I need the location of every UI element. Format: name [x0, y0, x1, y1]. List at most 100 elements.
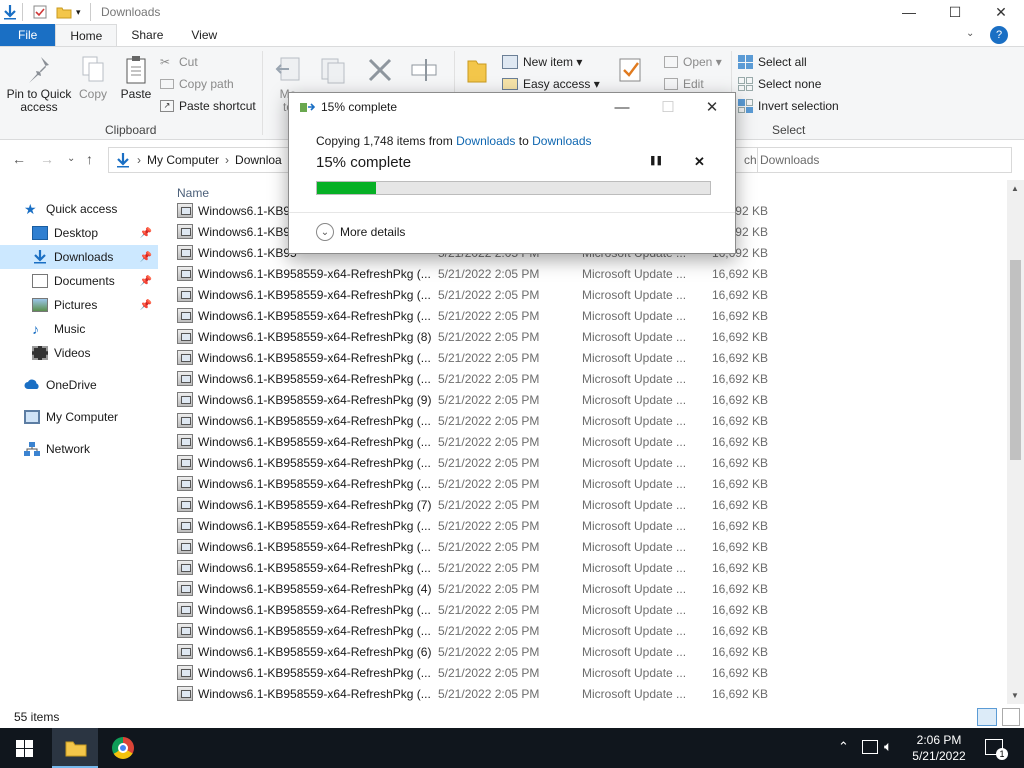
nav-item-onedrive[interactable]: OneDrive	[0, 373, 158, 397]
show-hidden-icons-icon[interactable]: ⌃	[838, 739, 849, 755]
table-row[interactable]: Windows6.1-KB958559-x64-RefreshPkg (... 5…	[177, 263, 777, 284]
table-row[interactable]: Windows6.1-KB958559-x64-RefreshPkg (... 5…	[177, 557, 777, 578]
dialog-close-button[interactable]: ✕	[689, 93, 735, 121]
table-row[interactable]: Windows6.1-KB958559-x64-RefreshPkg (... 5…	[177, 431, 777, 452]
invert-selection-button[interactable]: Invert selection	[738, 96, 839, 116]
scroll-up-icon[interactable]: ▲	[1011, 184, 1019, 193]
tab-share[interactable]: Share	[117, 24, 177, 46]
pause-button[interactable]: ❚❚	[649, 155, 663, 166]
table-row[interactable]: Windows6.1-KB958559-x64-RefreshPkg (... 5…	[177, 284, 777, 305]
action-center-icon[interactable]: 1	[985, 739, 1008, 760]
table-row[interactable]: Windows6.1-KB958559-x64-RefreshPkg (... 5…	[177, 305, 777, 326]
breadcrumb-item-downloads[interactable]: Downloa	[235, 153, 282, 167]
vertical-scrollbar[interactable]: ▲ ▼	[1007, 180, 1024, 704]
destination-folder-link[interactable]: Downloads	[532, 134, 591, 148]
pin-icon[interactable]: 📌	[140, 252, 152, 263]
maximize-button[interactable]: ☐	[932, 0, 978, 24]
more-details-button[interactable]: ⌄ More details	[316, 223, 405, 241]
pin-quick-access-button[interactable]: Pin to Quick access	[4, 55, 74, 114]
table-row[interactable]: Windows6.1-KB958559-x64-RefreshPkg (7) 5/…	[177, 494, 777, 515]
table-row[interactable]: Windows6.1-KB958559-x64-RefreshPkg (... 5…	[177, 347, 777, 368]
nav-item-videos[interactable]: Videos	[0, 341, 158, 365]
copy-to-button[interactable]	[316, 55, 350, 88]
nav-item-music[interactable]: ♪ Music	[0, 317, 158, 341]
table-row[interactable]: Windows6.1-KB958559-x64-RefreshPkg (... 5…	[177, 473, 777, 494]
select-all-button[interactable]: Select all	[738, 52, 807, 72]
copy-description-prefix: Copying 1,748 items from	[316, 134, 457, 148]
clock[interactable]: 2:06 PM 5/21/2022	[910, 732, 968, 764]
expand-ribbon-icon[interactable]: ⌄	[966, 28, 974, 39]
table-row[interactable]: Windows6.1-KB958559-x64-RefreshPkg (... 5…	[177, 452, 777, 473]
pin-icon[interactable]: 📌	[140, 228, 152, 239]
scroll-down-icon[interactable]: ▼	[1011, 691, 1019, 700]
properties-button[interactable]	[614, 55, 648, 88]
source-folder-link[interactable]: Downloads	[456, 134, 515, 148]
details-view-icon[interactable]	[977, 708, 997, 726]
cut-button[interactable]: ✂ Cut	[160, 52, 198, 72]
large-icons-view-icon[interactable]	[1002, 708, 1020, 726]
table-row[interactable]: Windows6.1-KB958559-x64-RefreshPkg (8) 5/…	[177, 326, 777, 347]
nav-item-quick-access[interactable]: ★ Quick access	[0, 197, 158, 221]
table-row[interactable]: Windows6.1-KB958559-x64-RefreshPkg (4) 5/…	[177, 578, 777, 599]
file-type: Microsoft Update ...	[582, 644, 687, 659]
recent-locations-icon[interactable]: ⌄	[67, 153, 75, 164]
nav-item-desktop[interactable]: Desktop 📌	[0, 221, 158, 245]
cancel-copy-button[interactable]: ✕	[694, 154, 705, 170]
search-input[interactable]: ch Downloads	[735, 147, 1012, 173]
table-row[interactable]: Windows6.1-KB958559-x64-RefreshPkg (... 5…	[177, 536, 777, 557]
file-name: Windows6.1-KB958559-x64-RefreshPkg (8)	[198, 329, 432, 344]
table-row[interactable]: Windows6.1-KB958559-x64-RefreshPkg (... 5…	[177, 515, 777, 536]
scrollbar-thumb[interactable]	[1010, 260, 1021, 460]
file-size: 16,692 KB	[711, 329, 768, 344]
file-date: 5/21/2022 2:05 PM	[438, 308, 540, 323]
windows-start-icon[interactable]	[16, 740, 33, 760]
volume-icon[interactable]: 🔈︎	[884, 738, 892, 755]
rename-button[interactable]	[408, 55, 440, 88]
customize-quick-access-icon[interactable]: ▾	[76, 3, 81, 21]
table-row[interactable]: Windows6.1-KB958559-x64-RefreshPkg (... 5…	[177, 410, 777, 431]
copy-path-button[interactable]: Copy path	[160, 74, 234, 94]
forward-arrow-icon[interactable]: →	[40, 151, 54, 167]
pin-icon[interactable]: 📌	[140, 276, 152, 287]
select-none-button[interactable]: Select none	[738, 74, 821, 94]
nav-item-documents[interactable]: Documents 📌	[0, 269, 158, 293]
dialog-minimize-button[interactable]: —	[599, 93, 645, 121]
close-button[interactable]: ✕	[978, 0, 1024, 24]
nav-item-my-computer[interactable]: My Computer	[0, 405, 158, 429]
nav-item-downloads[interactable]: Downloads 📌	[0, 245, 158, 269]
videos-icon	[32, 346, 48, 360]
pin-icon[interactable]: 📌	[140, 300, 152, 311]
table-row[interactable]: Windows6.1-KB958559-x64-RefreshPkg (... 5…	[177, 683, 777, 704]
nav-item-network[interactable]: Network	[0, 437, 158, 461]
table-row[interactable]: Windows6.1-KB958559-x64-RefreshPkg (... 5…	[177, 620, 777, 641]
table-row[interactable]: Windows6.1-KB958559-x64-RefreshPkg (... 5…	[177, 599, 777, 620]
tab-file[interactable]: File	[0, 24, 56, 46]
tab-view[interactable]: View	[177, 24, 231, 46]
easy-access-button[interactable]: Easy access ▾	[502, 74, 600, 94]
edit-button[interactable]: Edit	[664, 74, 704, 94]
paste-button[interactable]: Paste	[118, 55, 154, 101]
tab-home[interactable]: Home	[55, 24, 118, 46]
back-arrow-icon[interactable]: ←	[12, 151, 26, 167]
network-status-icon[interactable]	[862, 740, 878, 754]
minimize-button[interactable]: —	[886, 0, 932, 24]
table-row[interactable]: Windows6.1-KB958559-x64-RefreshPkg (... 5…	[177, 368, 777, 389]
help-icon[interactable]: ?	[990, 26, 1008, 44]
chrome-taskbar-icon[interactable]	[112, 737, 134, 759]
open-button[interactable]: Open ▾	[664, 52, 722, 72]
nav-item-pictures[interactable]: Pictures 📌	[0, 293, 158, 317]
delete-button[interactable]	[364, 55, 396, 88]
table-row[interactable]: Windows6.1-KB958559-x64-RefreshPkg (... 5…	[177, 662, 777, 683]
table-row[interactable]: Windows6.1-KB958559-x64-RefreshPkg (6) 5/…	[177, 641, 777, 662]
properties-check-icon[interactable]	[32, 3, 48, 21]
paste-shortcut-button[interactable]: ↗ Paste shortcut	[160, 96, 256, 116]
new-item-button[interactable]: New item ▾	[502, 52, 582, 72]
table-row[interactable]: Windows6.1-KB958559-x64-RefreshPkg (9) 5/…	[177, 389, 777, 410]
new-folder-button[interactable]	[462, 55, 492, 88]
column-header-name[interactable]: Name	[177, 186, 209, 200]
breadcrumb-item-computer[interactable]: My Computer	[147, 153, 219, 167]
new-folder-icon[interactable]	[56, 3, 72, 21]
up-arrow-icon[interactable]: ↑	[86, 151, 93, 167]
copy-button[interactable]: Copy	[76, 55, 110, 101]
file-explorer-taskbar-button[interactable]	[52, 728, 98, 768]
